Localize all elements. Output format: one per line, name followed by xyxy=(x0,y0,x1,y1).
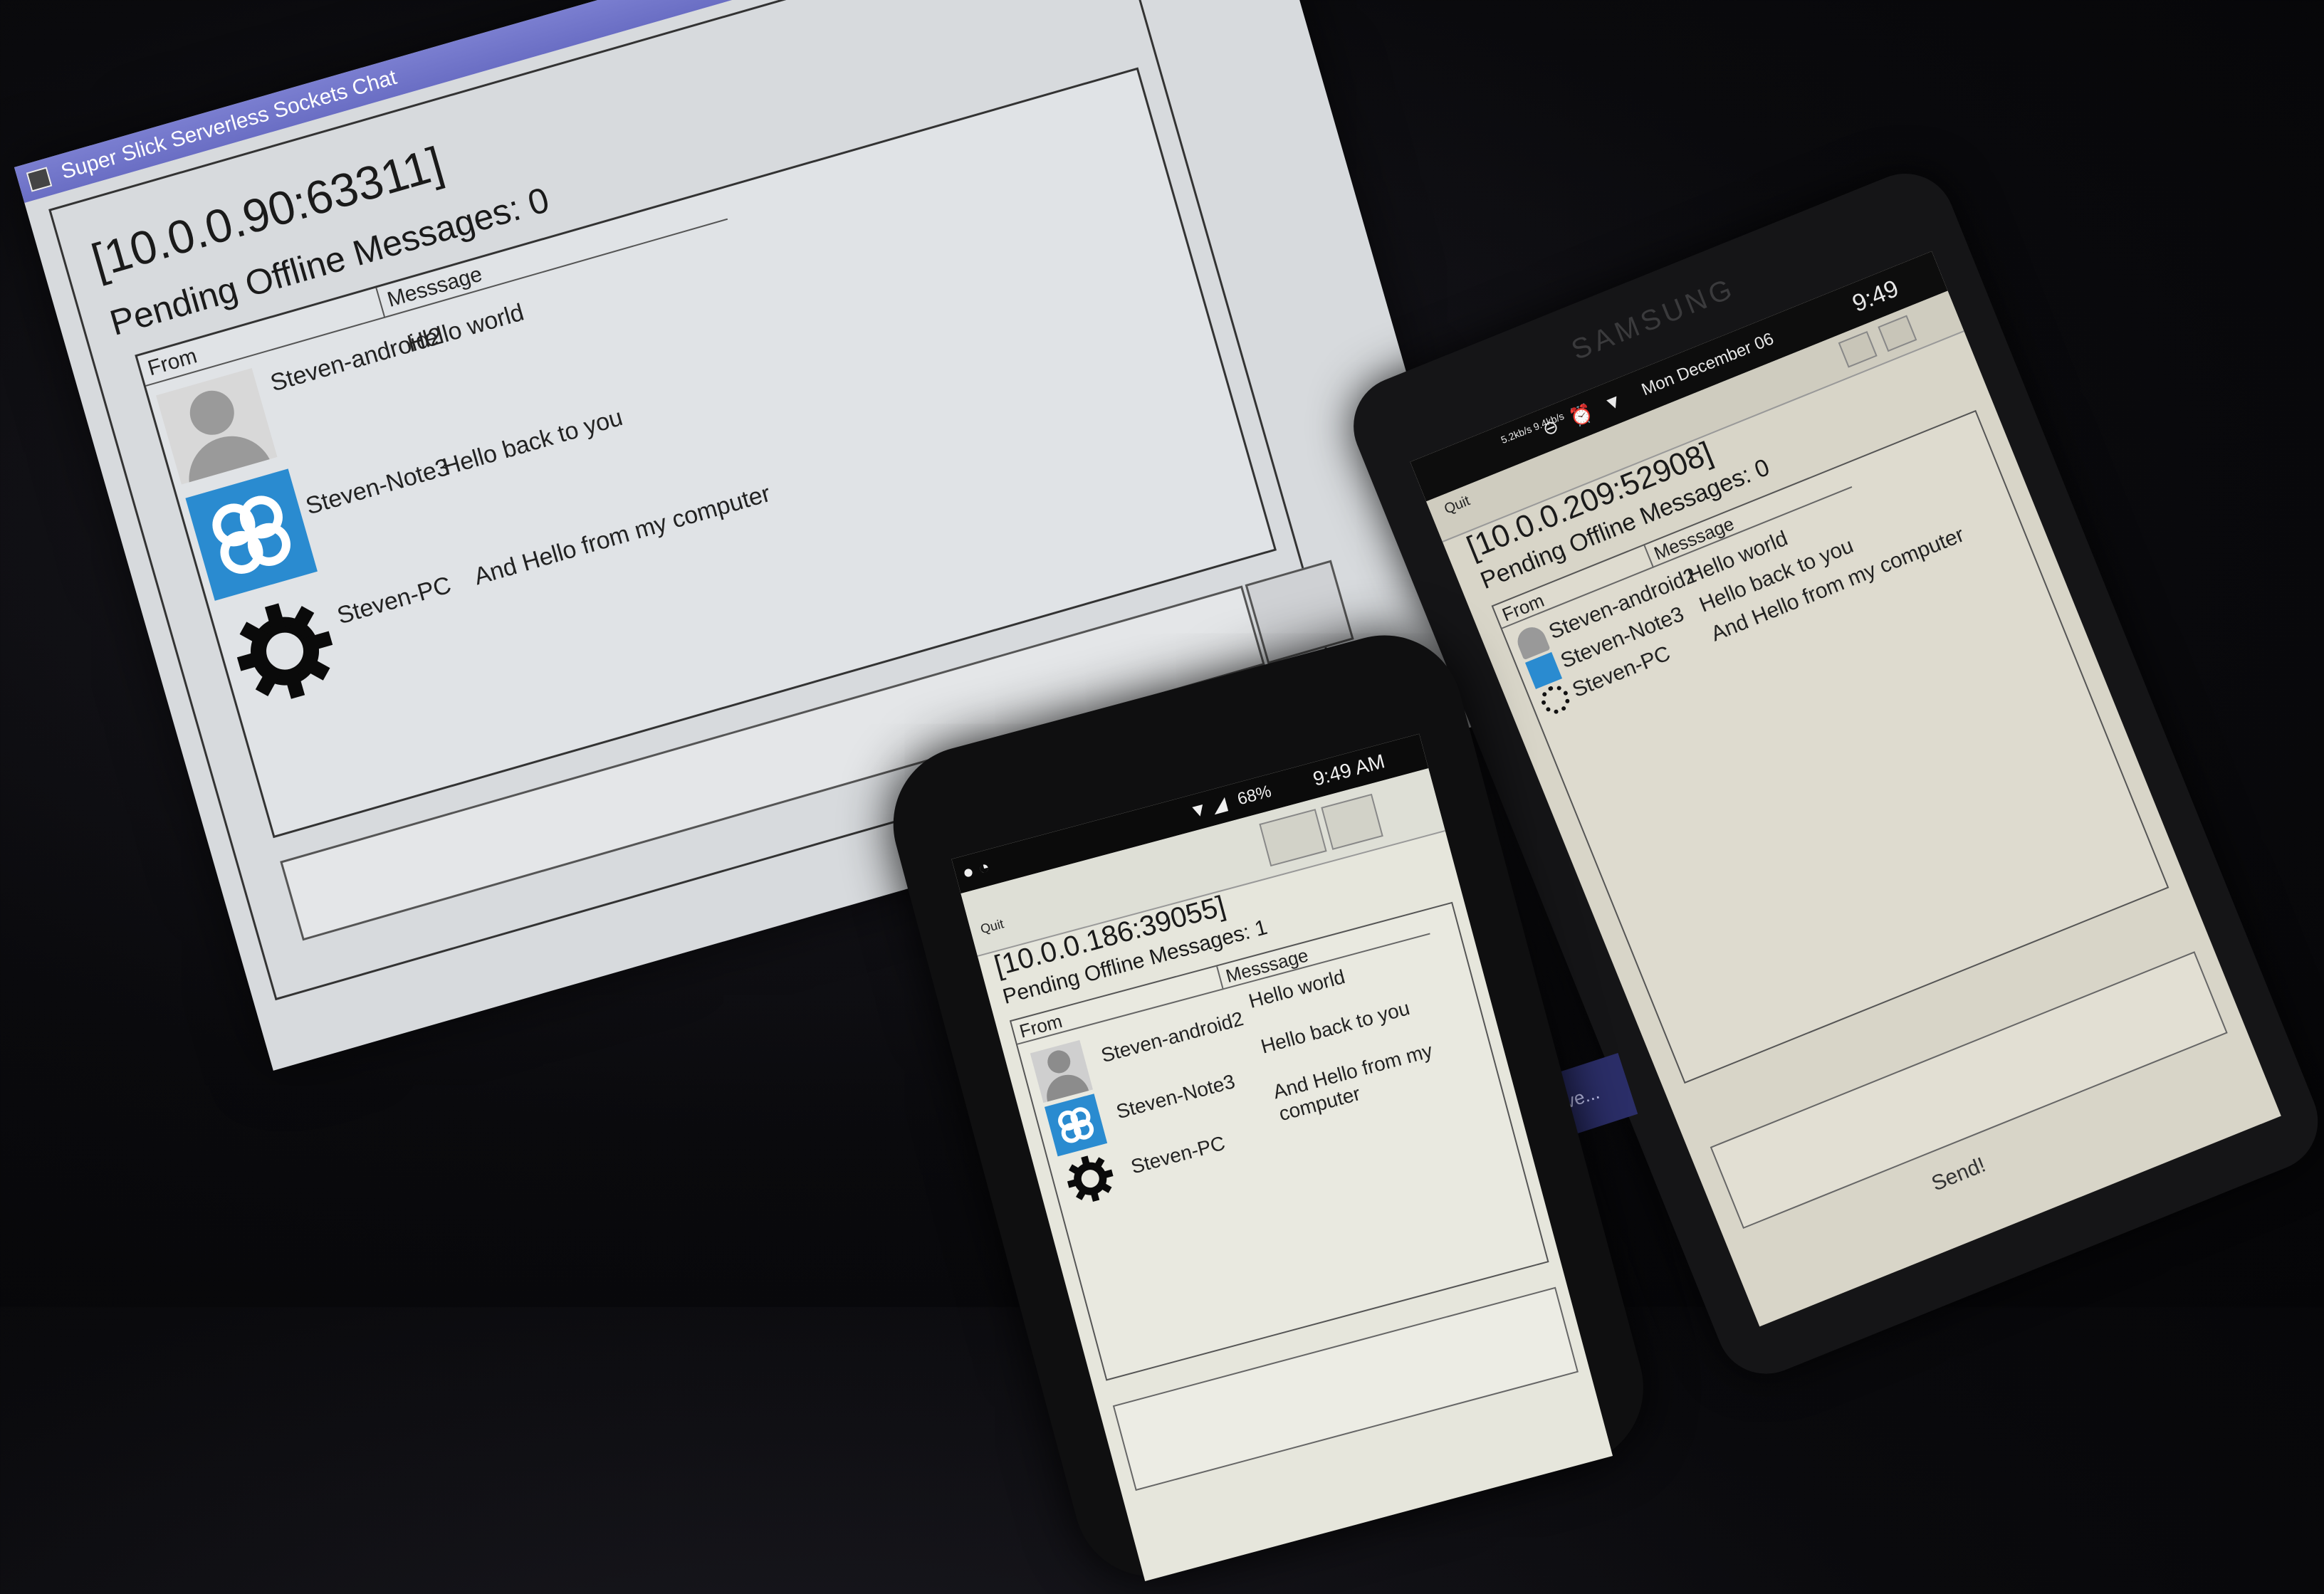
person-icon xyxy=(156,367,278,485)
battery-level: 68% xyxy=(1235,781,1274,809)
phone-screen: ● ◔ ▼ ◢ 68% 9:49 AM Quit [10.0.0.186:390… xyxy=(951,733,1613,1581)
sender-name: Steven-PC xyxy=(334,571,454,630)
send-button[interactable]: Send! xyxy=(1928,1153,1989,1197)
cloud-icon xyxy=(185,468,318,601)
wifi-icon: ▼ ◢ xyxy=(1186,792,1229,823)
person-icon xyxy=(1030,1039,1093,1103)
gear-icon xyxy=(219,585,351,718)
sender-name: Steven-Note3 xyxy=(1114,1070,1237,1123)
notification-icons: ● ◔ xyxy=(960,855,993,883)
gear-icon xyxy=(1537,681,1574,718)
cloud-icon xyxy=(1525,651,1563,689)
sender-name: Steven-PC xyxy=(1129,1131,1228,1178)
cloud-icon xyxy=(1044,1094,1108,1157)
gear-icon xyxy=(1059,1148,1121,1210)
app-icon xyxy=(26,167,53,192)
message-text: Hello back to you xyxy=(439,404,626,481)
sender-name: Steven-Note3 xyxy=(303,453,453,520)
message-text: Hello world xyxy=(404,298,528,358)
